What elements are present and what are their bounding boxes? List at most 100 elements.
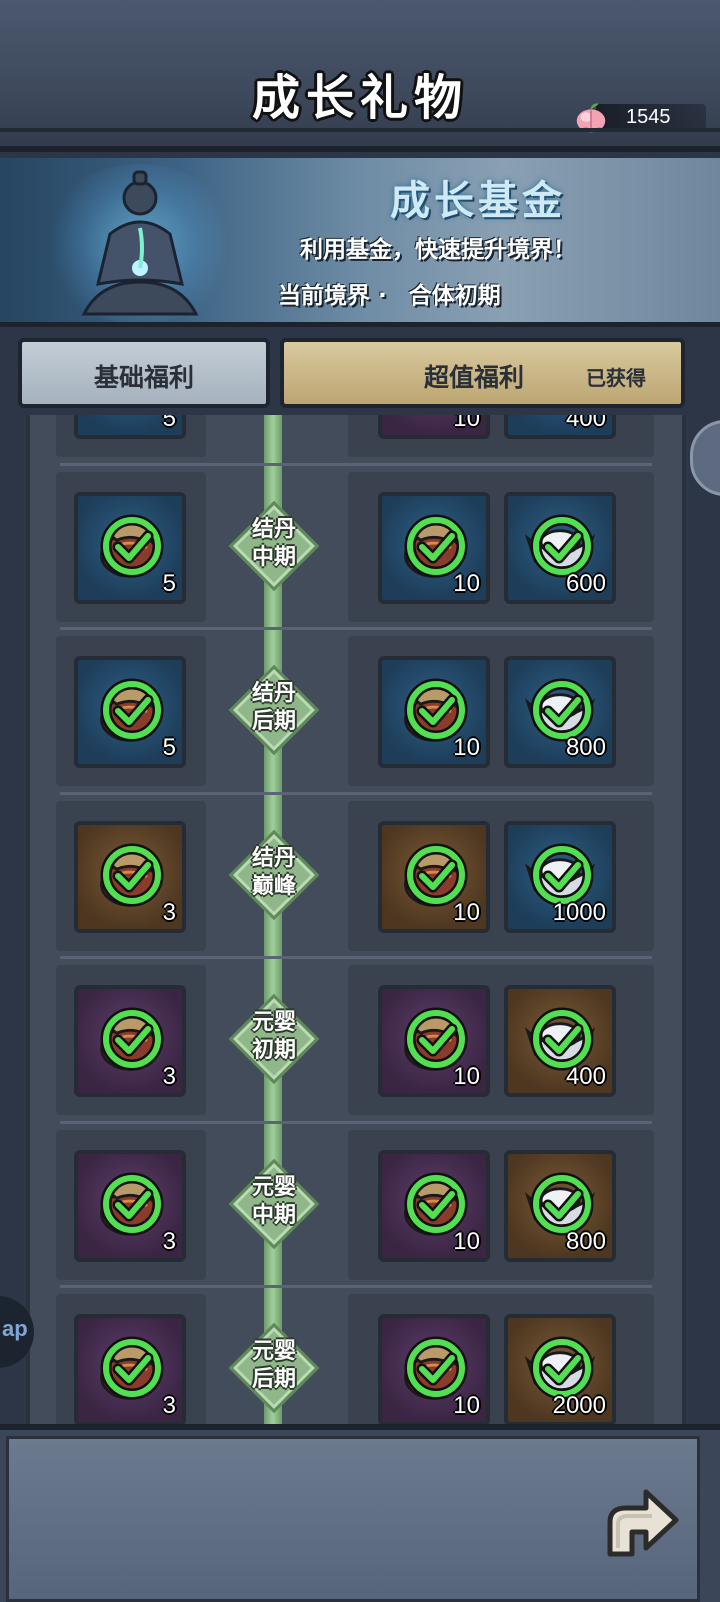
reward-quantity: 5 <box>162 734 176 761</box>
claimed-check-icon <box>404 678 468 742</box>
reward-quantity: 10 <box>453 734 480 761</box>
reward-row: 5 10 600 结丹 中期 <box>30 462 682 634</box>
tab-label: 超值福利 <box>424 363 525 392</box>
claimed-check-icon <box>530 1172 594 1235</box>
reward-row: 5 10 800 结丹 后期 <box>30 627 682 798</box>
reward-item[interactable]: 800 <box>504 1149 616 1262</box>
peach-icon <box>576 103 606 133</box>
row-divider <box>60 1285 652 1288</box>
reward-quantity: 3 <box>162 1392 176 1419</box>
reward-quantity: 10 <box>453 1392 480 1419</box>
reward-item[interactable]: 600 <box>504 491 616 604</box>
stage-label: 元婴 初期 <box>251 1010 296 1063</box>
realm-stage-node: 结丹 巅峰 <box>228 829 320 921</box>
reward-item[interactable]: 400 <box>504 415 616 439</box>
footer-bar <box>0 1424 720 1602</box>
reward-item[interactable]: 3 <box>74 985 186 1097</box>
reward-item[interactable]: 10 <box>378 491 490 604</box>
stage-label: 结丹 巅峰 <box>251 845 296 899</box>
growth-fund-banner: 成长基金 利用基金，快速提升境界！ 当前境界 · 合体初期 <box>0 158 720 327</box>
stage-label: 元婴 后期 <box>251 1339 296 1392</box>
reward-row: 3 10 1000 结丹 巅峰 <box>30 791 682 963</box>
claimed-check-icon <box>404 1007 468 1071</box>
reward-quantity: 400 <box>565 1063 606 1090</box>
reward-quantity: 5 <box>162 415 176 432</box>
realm-value: 合体初期 <box>408 283 501 309</box>
reward-quantity: 600 <box>565 569 606 597</box>
claimed-check-icon <box>404 514 468 577</box>
meditating-figure-icon <box>81 170 199 316</box>
premium-reward-cell: 10 800 <box>348 1129 654 1280</box>
side-left-label: ap <box>2 1316 28 1341</box>
reward-quantity: 800 <box>565 734 606 761</box>
reward-quantity: 5 <box>162 569 176 597</box>
tab-premium-welfare[interactable]: 超值福利 已获得 <box>280 338 685 408</box>
reward-item[interactable]: 10 <box>378 415 490 439</box>
banner-title: 成长基金 <box>390 177 566 224</box>
reward-quantity: 10 <box>453 1063 480 1090</box>
free-reward-cell: 3 <box>56 1129 206 1280</box>
claimed-check-icon <box>100 514 164 577</box>
realm-stage-node: 元婴 后期 <box>228 1322 320 1414</box>
claimed-check-icon <box>100 843 164 906</box>
currency-display[interactable]: 1545 <box>572 98 710 138</box>
reward-row: 3 10 2000 元婴 后期 <box>30 1285 682 1425</box>
tab-label: 基础福利 <box>93 363 194 392</box>
tab-basic-welfare[interactable]: 基础福利 <box>18 338 270 408</box>
claimed-check-icon <box>100 1336 164 1400</box>
claimed-check-icon <box>100 678 164 742</box>
claimed-check-icon <box>404 1172 468 1235</box>
stage-label: 结丹 后期 <box>251 681 296 734</box>
claimed-check-icon <box>530 843 594 906</box>
currency-value: 1545 <box>626 106 671 128</box>
header-bar: 成长礼物 1545 <box>0 0 720 152</box>
free-reward-cell: 5 <box>56 415 206 457</box>
reward-quantity: 1000 <box>552 898 606 926</box>
reward-list[interactable]: 5 10 400 5 10 600 结丹 中期 5 10 800 结丹 后期 3 10 1000 结丹 巅峰 3 10… <box>26 415 686 1425</box>
reward-item[interactable]: 10 <box>378 656 490 768</box>
reward-item[interactable]: 800 <box>504 656 616 768</box>
reward-row: 3 10 400 元婴 初期 <box>30 956 682 1127</box>
reward-quantity: 3 <box>162 898 176 926</box>
free-reward-cell: 3 <box>56 1294 206 1425</box>
realm-stage-node: 结丹 中期 <box>228 500 320 592</box>
claimed-check-icon <box>100 1172 164 1235</box>
row-divider <box>60 462 652 466</box>
realm-stage-node: 元婴 初期 <box>228 993 320 1085</box>
row-divider <box>60 627 652 630</box>
claimed-check-icon <box>530 1007 594 1071</box>
row-divider <box>60 956 652 959</box>
reward-item[interactable]: 3 <box>74 1314 186 1425</box>
reward-row: 3 10 800 元婴 中期 <box>30 1120 682 1292</box>
reward-item[interactable]: 3 <box>74 1149 186 1262</box>
claimed-check-icon <box>530 678 594 742</box>
reward-item[interactable]: 1000 <box>504 820 616 933</box>
reward-row: 5 10 400 <box>30 415 682 469</box>
reward-item[interactable]: 10 <box>378 985 490 1097</box>
reward-item[interactable]: 10 <box>378 1314 490 1425</box>
free-reward-cell: 5 <box>56 636 206 786</box>
premium-reward-cell: 10 800 <box>348 636 654 786</box>
reward-item[interactable]: 5 <box>74 491 186 604</box>
realm-stage-node: 元婴 中期 <box>228 1158 320 1250</box>
free-reward-cell: 3 <box>56 965 206 1115</box>
reward-item[interactable]: 2000 <box>504 1314 616 1425</box>
reward-quantity: 800 <box>565 1227 606 1255</box>
premium-reward-cell: 10 600 <box>348 471 654 622</box>
reward-quantity: 400 <box>565 415 606 432</box>
reward-item[interactable]: 3 <box>74 820 186 933</box>
reward-item[interactable]: 10 <box>378 820 490 933</box>
reward-item[interactable]: 5 <box>74 656 186 768</box>
claimed-check-icon <box>100 1007 164 1071</box>
reward-item[interactable]: 5 <box>74 415 186 439</box>
reward-item[interactable]: 400 <box>504 985 616 1097</box>
claimed-check-icon <box>530 514 594 577</box>
reward-quantity: 10 <box>453 569 480 597</box>
return-arrow-icon[interactable] <box>596 1482 684 1570</box>
free-reward-cell: 5 <box>56 471 206 622</box>
reward-quantity: 3 <box>162 1227 176 1255</box>
realm-stage-node: 结丹 后期 <box>228 664 320 756</box>
side-menu-button[interactable] <box>690 420 720 496</box>
reward-item[interactable]: 10 <box>378 1149 490 1262</box>
realm-label: 当前境界 · <box>278 283 387 309</box>
